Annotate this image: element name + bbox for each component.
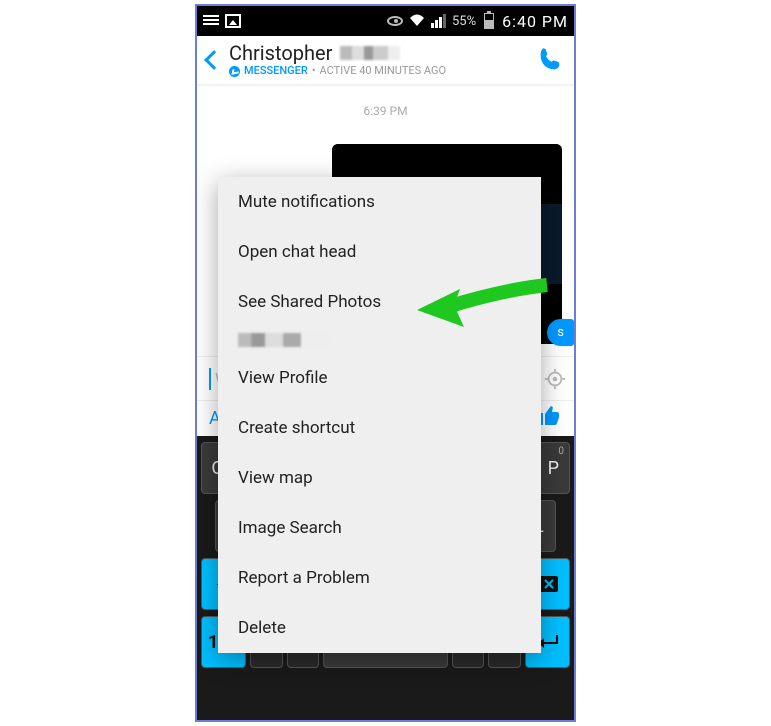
message-timestamp: 6:39 PM xyxy=(197,84,574,128)
status-clock: 6:40 PM xyxy=(502,12,568,31)
location-icon[interactable] xyxy=(544,368,566,390)
smart-stay-icon xyxy=(387,13,403,29)
key-p[interactable]: 0P xyxy=(537,442,570,494)
keyboard-indicator-icon xyxy=(203,13,219,29)
status-bar: 55% 6:40 PM xyxy=(197,6,574,36)
text-cursor xyxy=(209,368,211,390)
menu-create-shortcut[interactable]: Create shortcut xyxy=(218,403,541,453)
battery-icon xyxy=(481,13,497,29)
messenger-badge-icon xyxy=(229,66,240,77)
message-bubble-fragment[interactable]: s xyxy=(547,319,574,346)
menu-view-map[interactable]: View map xyxy=(218,453,541,503)
menu-open-chat-head[interactable]: Open chat head xyxy=(218,227,541,277)
context-menu: Mute notifications Open chat head See Sh… xyxy=(218,177,541,653)
picture-indicator-icon xyxy=(225,13,241,29)
call-button[interactable] xyxy=(536,46,564,74)
contact-name[interactable]: Christopher xyxy=(229,42,332,64)
back-icon[interactable] xyxy=(204,50,224,70)
menu-view-profile[interactable]: View Profile xyxy=(218,353,541,403)
battery-percent: 55% xyxy=(452,14,476,29)
activity-status: ACTIVE 40 MINUTES AGO xyxy=(320,65,447,77)
chat-header: Christopher MESSENGER • ACTIVE 40 MINUTE… xyxy=(197,36,574,84)
wifi-icon xyxy=(408,12,426,31)
menu-delete[interactable]: Delete xyxy=(218,603,541,653)
menu-image-search[interactable]: Image Search xyxy=(218,503,541,553)
menu-see-shared-photos[interactable]: See Shared Photos xyxy=(218,277,541,327)
menu-contact-redacted xyxy=(218,327,541,353)
menu-report-problem[interactable]: Report a Problem xyxy=(218,553,541,603)
menu-mute-notifications[interactable]: Mute notifications xyxy=(218,177,541,227)
like-button[interactable] xyxy=(538,404,562,434)
messenger-label: MESSENGER xyxy=(244,65,308,77)
contact-surname-redacted xyxy=(340,46,400,60)
signal-icon xyxy=(431,13,447,29)
